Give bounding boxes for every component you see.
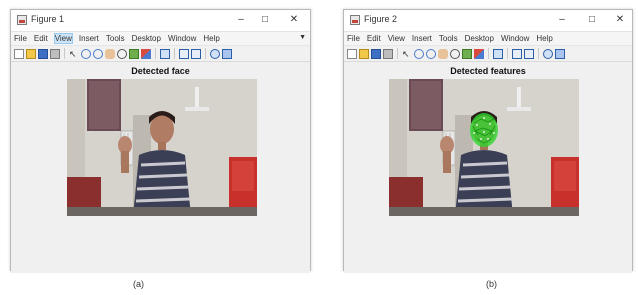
close-icon[interactable]: ✕ bbox=[612, 12, 628, 28]
zoom-out-icon[interactable] bbox=[93, 48, 103, 59]
menu-window[interactable]: Window bbox=[168, 34, 196, 43]
menu-view[interactable]: View bbox=[388, 34, 405, 43]
open-file-icon[interactable] bbox=[359, 48, 369, 59]
new-figure-icon[interactable] bbox=[347, 48, 357, 59]
menu-desktop[interactable]: Desktop bbox=[465, 34, 494, 43]
new-figure-icon[interactable] bbox=[14, 48, 24, 59]
axes-title: Detected face bbox=[131, 66, 190, 76]
menu-bar: File Edit View Insert Tools Desktop Wind… bbox=[11, 32, 310, 46]
toolbar-separator bbox=[397, 48, 398, 59]
photo-scene bbox=[389, 79, 579, 216]
matlab-figure-icon bbox=[350, 15, 360, 25]
rotate-icon[interactable] bbox=[450, 48, 460, 59]
insert-colorbar-icon[interactable] bbox=[179, 48, 189, 59]
window-title: Figure 1 bbox=[31, 14, 65, 24]
menu-bar: File Edit View Insert Tools Desktop Wind… bbox=[344, 32, 632, 46]
show-plot-tools-icon[interactable] bbox=[555, 48, 565, 59]
show-plot-tools-icon[interactable] bbox=[222, 48, 232, 59]
toolbar-separator bbox=[64, 48, 65, 59]
title-bar: Figure 2 – □ ✕ bbox=[344, 10, 632, 32]
figure-window-1: Figure 1 – □ ✕ File Edit View Insert Too… bbox=[10, 9, 311, 273]
minimize-icon[interactable]: – bbox=[233, 12, 249, 28]
displayed-image bbox=[67, 79, 257, 216]
insert-colorbar-icon[interactable] bbox=[512, 48, 522, 59]
menu-desktop[interactable]: Desktop bbox=[132, 34, 161, 43]
menu-edit[interactable]: Edit bbox=[34, 34, 48, 43]
title-bar: Figure 1 – □ ✕ bbox=[11, 10, 310, 32]
open-file-icon[interactable] bbox=[26, 48, 36, 59]
pan-icon[interactable] bbox=[438, 48, 448, 59]
toolbar-separator bbox=[488, 48, 489, 59]
menu-insert[interactable]: Insert bbox=[412, 34, 432, 43]
hide-plot-tools-icon[interactable] bbox=[543, 48, 553, 59]
data-cursor-icon[interactable] bbox=[462, 48, 472, 59]
matlab-figure-icon bbox=[17, 15, 27, 25]
menu-file[interactable]: File bbox=[14, 34, 27, 43]
toolbar-separator bbox=[205, 48, 206, 59]
menu-edit[interactable]: Edit bbox=[367, 34, 381, 43]
displayed-image bbox=[389, 79, 579, 216]
insert-legend-icon[interactable] bbox=[191, 48, 201, 59]
menu-window[interactable]: Window bbox=[501, 34, 529, 43]
menu-help[interactable]: Help bbox=[203, 34, 219, 43]
link-plot-icon[interactable] bbox=[493, 48, 503, 59]
axes-title: Detected features bbox=[450, 66, 526, 76]
detected-features-overlay bbox=[470, 113, 498, 147]
insert-legend-icon[interactable] bbox=[524, 48, 534, 59]
close-icon[interactable]: ✕ bbox=[286, 12, 302, 28]
menu-tools[interactable]: Tools bbox=[439, 34, 458, 43]
menu-overflow-arrow-icon[interactable]: ▼ bbox=[299, 34, 306, 41]
figure-toolbar: ↖ bbox=[11, 46, 310, 62]
axes-area: Detected face bbox=[11, 62, 310, 273]
menu-tools[interactable]: Tools bbox=[106, 34, 125, 43]
toolbar-separator bbox=[538, 48, 539, 59]
figure-window-2: Figure 2 – □ ✕ File Edit View Insert Too… bbox=[343, 9, 633, 273]
print-icon[interactable] bbox=[383, 48, 393, 59]
rotate-icon[interactable] bbox=[117, 48, 127, 59]
data-cursor-icon[interactable] bbox=[129, 48, 139, 59]
menu-insert[interactable]: Insert bbox=[79, 34, 99, 43]
brush-icon[interactable] bbox=[141, 48, 151, 59]
photo-scene bbox=[67, 79, 257, 216]
figure-toolbar: ↖ bbox=[344, 46, 632, 62]
toolbar-separator bbox=[174, 48, 175, 59]
brush-icon[interactable] bbox=[474, 48, 484, 59]
toolbar-separator bbox=[507, 48, 508, 59]
caption-b: (b) bbox=[486, 279, 497, 289]
window-title: Figure 2 bbox=[364, 14, 398, 24]
menu-file[interactable]: File bbox=[347, 34, 360, 43]
menu-help[interactable]: Help bbox=[536, 34, 552, 43]
axes-area: Detected features bbox=[344, 62, 632, 273]
maximize-icon[interactable]: □ bbox=[584, 12, 600, 28]
menu-view[interactable]: View bbox=[53, 33, 73, 44]
minimize-icon[interactable]: – bbox=[554, 12, 570, 28]
save-icon[interactable] bbox=[38, 48, 48, 59]
zoom-out-icon[interactable] bbox=[426, 48, 436, 59]
caption-a: (a) bbox=[133, 279, 144, 289]
save-icon[interactable] bbox=[371, 48, 381, 59]
print-icon[interactable] bbox=[50, 48, 60, 59]
zoom-in-icon[interactable] bbox=[81, 48, 91, 59]
maximize-icon[interactable]: □ bbox=[257, 12, 273, 28]
zoom-in-icon[interactable] bbox=[414, 48, 424, 59]
pan-icon[interactable] bbox=[105, 48, 115, 59]
toolbar-separator bbox=[155, 48, 156, 59]
pointer-icon[interactable]: ↖ bbox=[69, 49, 79, 59]
hide-plot-tools-icon[interactable] bbox=[210, 48, 220, 59]
link-plot-icon[interactable] bbox=[160, 48, 170, 59]
pointer-icon[interactable]: ↖ bbox=[402, 49, 412, 59]
